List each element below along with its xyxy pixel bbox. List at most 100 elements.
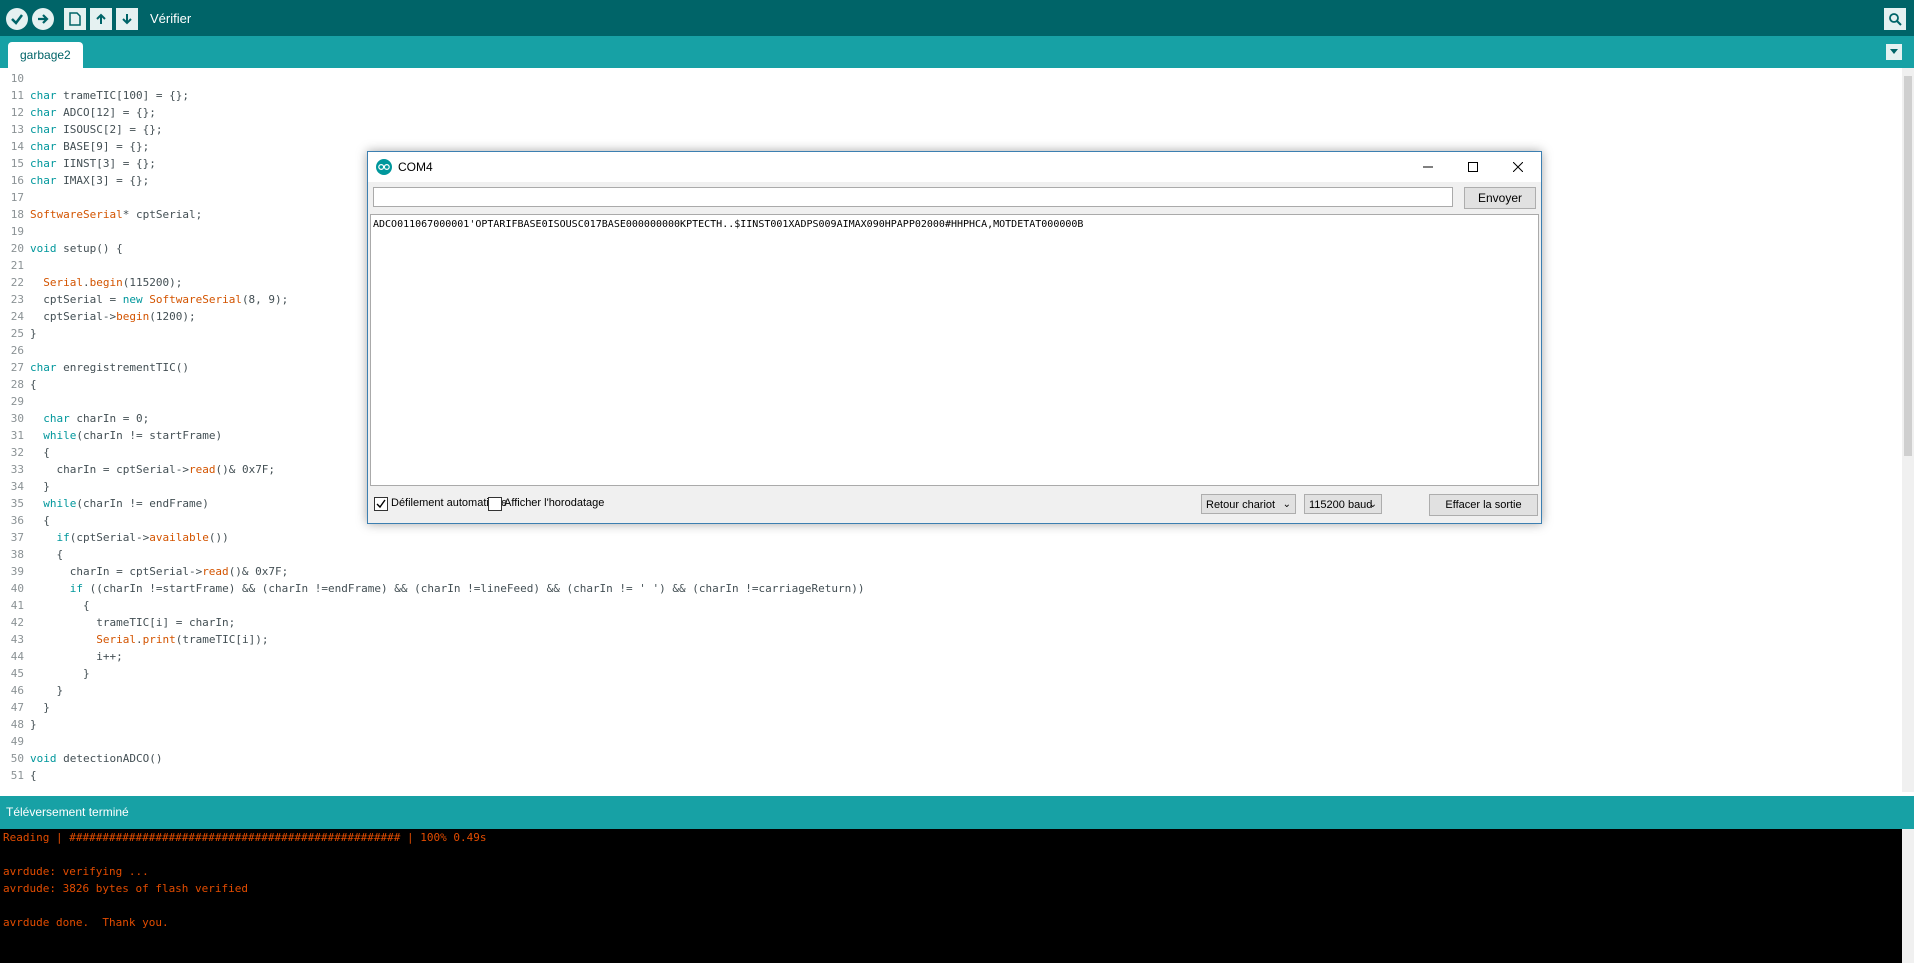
maximize-button[interactable]	[1450, 152, 1495, 182]
code-line: 46 }	[0, 682, 1902, 699]
send-button[interactable]: Envoyer	[1464, 187, 1536, 209]
line-text: char IINST[3] = {};	[30, 157, 156, 170]
serial-monitor-titlebar[interactable]: COM4	[368, 152, 1541, 182]
timestamp-checkbox[interactable]	[488, 497, 502, 511]
line-number: 36	[10, 514, 24, 527]
line-number: 20	[10, 242, 24, 255]
arrow-right-icon	[38, 14, 49, 24]
line-number: 45	[10, 667, 24, 680]
autoscroll-checkbox[interactable]	[374, 497, 388, 511]
line-number: 23	[10, 293, 24, 306]
serial-monitor-button[interactable]	[1884, 8, 1906, 30]
editor-scrollbar-thumb[interactable]	[1904, 76, 1912, 456]
console-scrollbar[interactable]	[1902, 829, 1914, 963]
line-text: cptSerial->begin(1200);	[30, 310, 196, 323]
line-number: 16	[10, 174, 24, 187]
line-text: i++;	[30, 650, 123, 663]
line-text: void setup() {	[30, 242, 123, 255]
line-number: 34	[10, 480, 24, 493]
line-number: 29	[10, 395, 24, 408]
code-line: 13 char ISOUSC[2] = {};	[0, 121, 1902, 138]
line-number: 47	[10, 701, 24, 714]
line-number: 18	[10, 208, 24, 221]
line-number: 24	[10, 310, 24, 323]
line-text: {	[30, 548, 64, 561]
code-line: 49	[0, 733, 1902, 750]
line-text: {	[30, 599, 90, 612]
line-number: 22	[10, 276, 24, 289]
code-line: 43 Serial.print(trameTIC[i]);	[0, 631, 1902, 648]
status-text: Téléversement terminé	[6, 805, 129, 819]
line-text: char charIn = 0;	[43, 412, 150, 425]
code-line: 42 trameTIC[i] = charIn;	[0, 614, 1902, 631]
new-file-icon	[69, 12, 81, 26]
baud-value: 115200 baud	[1309, 499, 1373, 511]
console-line: avrdude: verifying ...	[3, 865, 149, 878]
line-text: while(charIn != startFrame)	[43, 429, 223, 442]
open-button[interactable]	[90, 8, 112, 30]
console-line: Reading | ##############################…	[3, 831, 487, 844]
chevron-down-icon: ⌄	[1368, 499, 1377, 510]
tab-bar: garbage2	[0, 36, 1914, 68]
line-text: cptSerial = new SoftwareSerial(8, 9);	[30, 293, 289, 306]
line-text: }	[30, 718, 37, 731]
line-text: }	[30, 667, 90, 680]
line-text: if(cptSerial->available())	[56, 531, 229, 544]
line-text: }	[30, 480, 50, 493]
line-text: void detectionADCO()	[30, 752, 163, 765]
line-number: 33	[10, 463, 24, 476]
close-button[interactable]	[1495, 152, 1540, 182]
line-number: 14	[10, 140, 24, 153]
clear-output-button[interactable]: Effacer la sortie	[1429, 494, 1538, 516]
line-number: 46	[10, 684, 24, 697]
line-text: }	[30, 701, 50, 714]
line-number: 28	[10, 378, 24, 391]
line-number: 17	[10, 191, 24, 204]
line-text: {	[30, 514, 50, 527]
code-line: 37 if(cptSerial->available())	[0, 529, 1902, 546]
code-line: 12 char ADCO[12] = {};	[0, 104, 1902, 121]
save-button[interactable]	[116, 8, 138, 30]
line-text: char enregistrementTIC()	[30, 361, 189, 374]
line-text: Serial.begin(115200);	[43, 276, 183, 289]
line-number: 37	[10, 531, 24, 544]
line-number: 48	[10, 718, 24, 731]
serial-output-text: ADCO011067000001'OPTARIFBASE0ISOUSC017BA…	[373, 219, 1084, 230]
line-number: 44	[10, 650, 24, 663]
line-number: 19	[10, 225, 24, 238]
console-output: Reading | ##############################…	[0, 829, 1902, 963]
line-number: 49	[10, 735, 24, 748]
line-number: 30	[10, 412, 24, 425]
upload-button[interactable]	[32, 8, 54, 30]
serial-input[interactable]	[373, 187, 1453, 207]
line-number: 51	[10, 769, 24, 782]
line-text: }	[30, 327, 37, 340]
editor-scrollbar[interactable]	[1902, 68, 1914, 792]
line-number: 39	[10, 565, 24, 578]
new-button[interactable]	[64, 8, 86, 30]
line-text: {	[30, 378, 37, 391]
timestamp-label: Afficher l'horodatage	[504, 497, 605, 509]
line-text: Serial.print(trameTIC[i]);	[96, 633, 269, 646]
code-line: 48}	[0, 716, 1902, 733]
line-number: 42	[10, 616, 24, 629]
line-number: 41	[10, 599, 24, 612]
line-ending-select[interactable]: Retour chariot ⌄	[1201, 494, 1296, 514]
line-text: charIn = cptSerial->read()& 0x7F;	[30, 463, 276, 476]
tab-menu-button[interactable]	[1886, 44, 1902, 60]
baud-select[interactable]: 115200 baud ⌄	[1304, 494, 1382, 514]
chevron-down-icon	[1890, 49, 1898, 54]
tab-garbage2[interactable]: garbage2	[8, 42, 83, 68]
verify-button[interactable]	[6, 8, 28, 30]
line-number: 10	[10, 72, 24, 85]
line-number: 15	[10, 157, 24, 170]
minimize-button[interactable]	[1405, 152, 1450, 182]
line-text: }	[30, 684, 64, 697]
line-number: 25	[10, 327, 24, 340]
line-text: trameTIC[i] = charIn;	[30, 616, 236, 629]
serial-monitor-window: COM4 Envoyer ADCO011067000001'OPTARIFBAS…	[367, 151, 1542, 524]
status-bar: Téléversement terminé	[0, 796, 1914, 829]
code-line: 10	[0, 70, 1902, 87]
line-number: 43	[10, 633, 24, 646]
